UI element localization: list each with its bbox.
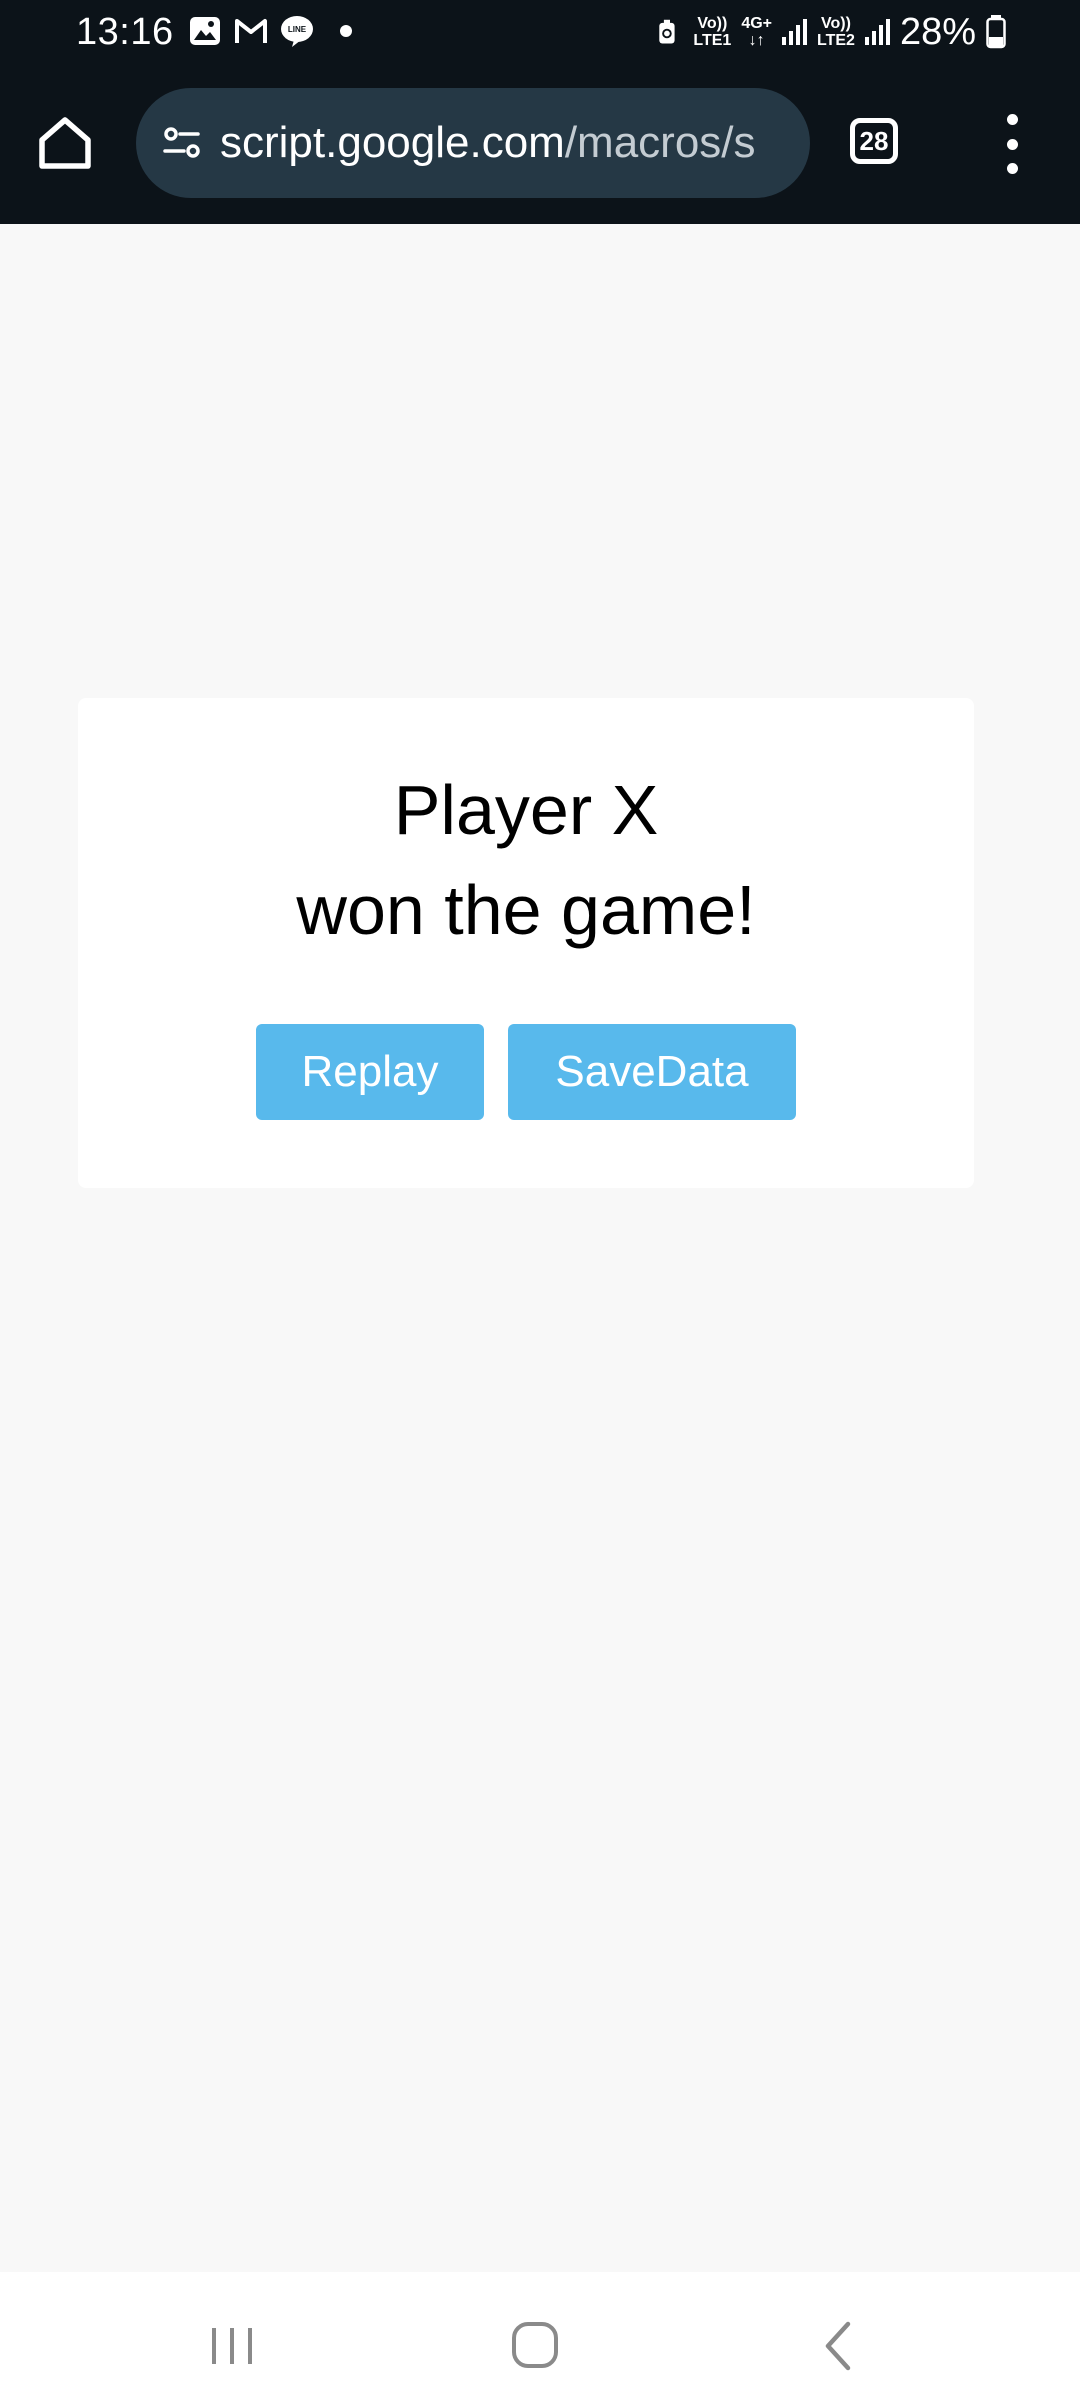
tab-switcher-button[interactable]: 28 — [850, 118, 898, 164]
gallery-icon — [190, 17, 220, 45]
notification-icons: LINE — [188, 14, 352, 48]
sim2-label-top: Vo)) — [821, 15, 851, 32]
result-line-winner: Player X — [393, 771, 659, 849]
home-button[interactable] — [34, 112, 96, 174]
recent-apps-button[interactable] — [202, 2316, 262, 2376]
game-result-dialog: Player X won the game! Replay SaveData — [78, 698, 974, 1188]
home-icon — [39, 117, 91, 169]
battery-icon — [986, 15, 1006, 49]
sim1-label-top: Vo)) — [697, 15, 728, 32]
back-button[interactable] — [810, 2316, 870, 2376]
home-button-icon — [512, 2322, 558, 2368]
sim1-label-bottom: LTE1 — [693, 32, 732, 49]
tune-icon[interactable] — [160, 121, 204, 165]
battery-saver-icon — [659, 19, 675, 44]
notification-dot-icon — [340, 25, 352, 37]
sim2-label-bottom: LTE2 — [817, 32, 855, 49]
replay-button[interactable]: Replay — [256, 1024, 484, 1120]
network-type: 4G+ ↓↑ — [741, 15, 772, 49]
status-time: 13:16 — [76, 11, 174, 53]
tab-count: 28 — [859, 125, 889, 156]
signal-icon — [782, 19, 807, 45]
url-text[interactable]: script.google.com/macros/s — [220, 118, 780, 168]
status-bar: 13:16 LINE Vo)) LTE1 4G+ ↓↑ Vo)) LTE2 28… — [0, 0, 1080, 70]
recent-apps-icon — [212, 2328, 252, 2364]
svg-text:LINE: LINE — [288, 25, 307, 34]
browser-top-bar: 13:16 LINE Vo)) LTE1 4G+ ↓↑ Vo)) LTE2 28… — [0, 0, 1080, 224]
save-data-button[interactable]: SaveData — [508, 1024, 796, 1120]
result-line-status: won the game! — [296, 871, 756, 949]
system-nav-bar — [0, 2272, 1080, 2408]
network-type-label: 4G+ — [741, 15, 772, 32]
home-nav-button[interactable] — [506, 2316, 566, 2376]
sim2-indicator: Vo)) LTE2 — [817, 15, 855, 49]
url-host: script.google.com — [220, 118, 565, 167]
status-right: Vo)) LTE1 4G+ ↓↑ Vo)) LTE2 28% — [657, 6, 1006, 58]
browser-toolbar: script.google.com/macros/s 28 — [0, 86, 1080, 200]
address-bar[interactable]: script.google.com/macros/s — [136, 88, 810, 198]
url-path: /macros/s — [564, 118, 756, 167]
data-arrows-icon: ↓↑ — [748, 32, 765, 49]
signal-icon — [864, 19, 890, 45]
battery-percent: 28% — [899, 11, 976, 53]
gmail-icon — [235, 19, 267, 43]
sim1-indicator: Vo)) LTE1 — [693, 15, 731, 49]
back-icon — [825, 2321, 851, 2371]
line-icon: LINE — [281, 16, 313, 47]
more-vert-icon[interactable] — [994, 114, 1030, 174]
result-message: Player X won the game! — [78, 760, 974, 960]
